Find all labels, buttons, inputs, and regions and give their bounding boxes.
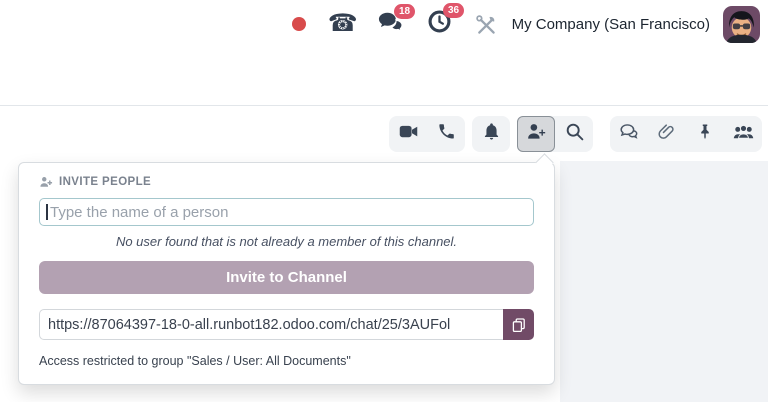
messages-menu[interactable]: 18 (378, 11, 402, 37)
person-plus-icon-small (39, 175, 53, 189)
invite-link-row (39, 309, 534, 340)
users-group-icon (732, 123, 755, 146)
notification-button-group (472, 116, 510, 152)
no-user-found-message: No user found that is not already a memb… (39, 234, 534, 249)
person-search-input[interactable] (39, 198, 534, 226)
voice-call-button[interactable] (427, 116, 465, 152)
thread-background (560, 161, 768, 402)
invite-to-channel-button[interactable]: Invite to Channel (39, 261, 534, 294)
pin-icon (696, 123, 714, 146)
add-member-button[interactable] (517, 116, 555, 152)
invite-people-popover: INVITE PEOPLE No user found that is not … (18, 162, 555, 385)
popover-title: INVITE PEOPLE (59, 176, 151, 188)
pinned-messages-button[interactable] (686, 116, 724, 152)
channel-toolbar (0, 105, 768, 162)
person-plus-icon (526, 121, 547, 147)
copy-link-button[interactable] (503, 309, 534, 340)
activities-count-badge: 36 (443, 3, 463, 18)
activities-menu[interactable]: 36 (428, 10, 451, 38)
presence-status-icon[interactable] (292, 17, 306, 31)
member-list-button[interactable] (724, 116, 762, 152)
access-restriction-note: Access restricted to group "Sales / User… (39, 354, 534, 368)
popover-header: INVITE PEOPLE (39, 175, 534, 189)
attachments-button[interactable] (648, 116, 686, 152)
video-call-button[interactable] (389, 116, 427, 152)
person-search-wrap (39, 198, 534, 226)
notification-settings-button[interactable] (472, 116, 510, 152)
developer-tools-icon[interactable] (475, 14, 496, 35)
call-button-group (389, 116, 465, 152)
top-navbar: ☎ 18 36 My Company (San Francisco) (0, 0, 768, 48)
copy-icon (511, 317, 527, 333)
video-camera-icon (398, 121, 419, 147)
search-icon (564, 121, 585, 147)
threads-button[interactable] (610, 116, 648, 152)
company-switcher[interactable]: My Company (San Francisco) (512, 16, 710, 33)
messages-count-badge: 18 (394, 4, 414, 19)
chat-bubbles-icon (619, 121, 640, 147)
paperclip-icon (657, 122, 677, 147)
phone-icon (437, 122, 456, 146)
bell-icon (482, 122, 501, 146)
text-cursor (46, 204, 48, 220)
softphone-icon[interactable]: ☎ (328, 11, 358, 35)
invite-link-input[interactable] (39, 309, 503, 340)
user-avatar[interactable] (723, 6, 760, 43)
member-search-group (517, 116, 593, 152)
channel-panels-group (610, 116, 762, 152)
search-messages-button[interactable] (555, 116, 593, 152)
